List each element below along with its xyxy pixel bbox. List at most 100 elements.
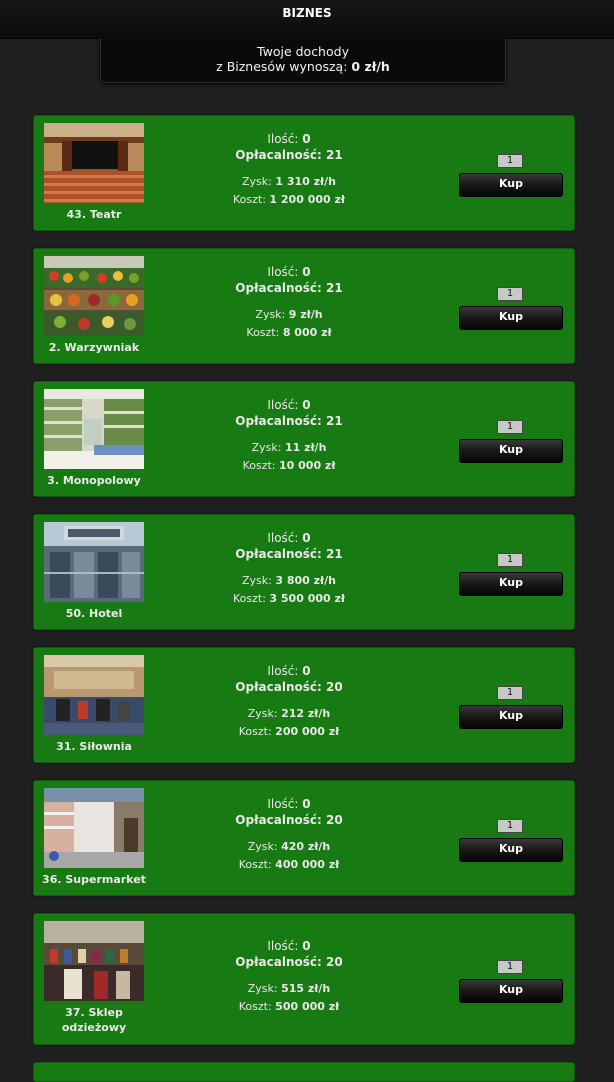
cost-value: 1 200 000 zł bbox=[269, 193, 345, 206]
gain-value: 420 zł/h bbox=[281, 840, 331, 853]
buy-button[interactable]: Kup bbox=[459, 838, 563, 862]
profitability-label: Opłacalność: bbox=[235, 547, 322, 561]
liquor-store-photo bbox=[44, 389, 144, 469]
profitability-value: 20 bbox=[326, 955, 343, 969]
cost-label: Koszt: bbox=[242, 459, 276, 472]
business-card: 31. Siłownia Ilość: 0 Opłacalność: 20 Zy… bbox=[33, 647, 575, 763]
business-name: 43. Teatr bbox=[66, 208, 122, 221]
vegetable-stand-photo bbox=[44, 256, 144, 336]
gain-value: 515 zł/h bbox=[281, 982, 331, 995]
cost-label: Koszt: bbox=[233, 592, 266, 605]
qty-value: 0 bbox=[302, 797, 311, 811]
gain-label: Zysk: bbox=[242, 175, 272, 188]
business-stats: Ilość: 0 Opłacalność: 20 Zysk: 212 zł/h … bbox=[184, 663, 394, 741]
business-name: 2. Warzywniak bbox=[48, 341, 140, 354]
cost-label: Koszt: bbox=[238, 858, 272, 871]
cost-value: 400 000 zł bbox=[275, 858, 340, 871]
business-stats: Ilość: 0 Opłacalność: 21 Zysk: 1 310 zł/… bbox=[184, 131, 394, 209]
profitability-label: Opłacalność: bbox=[235, 414, 322, 428]
income-line-2: z Biznesów wynoszą: 0 zł/h bbox=[101, 59, 505, 74]
cost-value: 500 000 zł bbox=[275, 1000, 340, 1013]
gain-value: 11 zł/h bbox=[284, 441, 327, 454]
business-card: 43. Teatr Ilość: 0 Opłacalność: 21 Zysk:… bbox=[33, 115, 575, 231]
page-title: BIZNES bbox=[282, 6, 332, 20]
profitability-value: 20 bbox=[326, 813, 343, 827]
gain-label: Zysk: bbox=[255, 308, 286, 321]
profitability-value: 21 bbox=[326, 281, 343, 295]
business-name: 3. Monopolowy bbox=[47, 474, 141, 487]
cost-label: Koszt: bbox=[246, 326, 280, 339]
business-name: 37. Sklep odzieżowy bbox=[61, 1006, 127, 1034]
buy-button[interactable]: Kup bbox=[459, 306, 563, 330]
qty-label: Ilość: bbox=[267, 797, 299, 811]
business-stats: Ilość: 0 Opłacalność: 20 Zysk: 420 zł/h … bbox=[184, 796, 394, 874]
supermarket-photo bbox=[44, 788, 144, 868]
buy-button[interactable]: Kup bbox=[459, 439, 563, 463]
business-card: 3. Monopolowy Ilość: 0 Opłacalność: 21 Z… bbox=[33, 381, 575, 497]
buy-button[interactable]: Kup bbox=[459, 979, 563, 1003]
profitability-label: Opłacalność: bbox=[235, 813, 322, 827]
business-stats: Ilość: 0 Opłacalność: 21 Zysk: 3 800 zł/… bbox=[184, 530, 394, 608]
qty-value: 0 bbox=[302, 132, 311, 146]
profitability-label: Opłacalność: bbox=[235, 680, 322, 694]
cost-value: 200 000 zł bbox=[275, 725, 340, 738]
amount-input[interactable]: 1 bbox=[497, 287, 523, 301]
cost-value: 8 000 zł bbox=[282, 326, 332, 339]
business-name: 36. Supermarket bbox=[42, 873, 146, 886]
business-card: 36. Supermarket Ilość: 0 Opłacalność: 20… bbox=[33, 780, 575, 896]
gain-value: 1 310 zł/h bbox=[275, 175, 336, 188]
gain-label: Zysk: bbox=[247, 840, 278, 853]
amount-input[interactable]: 1 bbox=[497, 553, 523, 567]
qty-value: 0 bbox=[302, 664, 311, 678]
amount-input[interactable]: 1 bbox=[497, 960, 523, 974]
amount-input[interactable]: 1 bbox=[497, 420, 523, 434]
gain-value: 212 zł/h bbox=[281, 707, 331, 720]
hotel-photo bbox=[44, 522, 144, 602]
qty-value: 0 bbox=[302, 265, 311, 279]
qty-label: Ilość: bbox=[267, 398, 299, 412]
business-stats: Ilość: 0 Opłacalność: 20 Zysk: 515 zł/h … bbox=[184, 938, 394, 1016]
qty-label: Ilość: bbox=[267, 664, 299, 678]
business-stats: Ilość: 0 Opłacalność: 21 Zysk: 9 zł/h Ko… bbox=[184, 264, 394, 342]
income-value: 0 zł/h bbox=[351, 59, 390, 74]
qty-label: Ilość: bbox=[267, 939, 299, 953]
income-summary: Twoje dochody z Biznesów wynoszą: 0 zł/h bbox=[100, 38, 506, 83]
cost-value: 3 500 000 zł bbox=[269, 592, 345, 605]
qty-value: 0 bbox=[302, 531, 311, 545]
profitability-value: 21 bbox=[326, 148, 343, 162]
amount-input[interactable]: 1 bbox=[497, 686, 523, 700]
cost-label: Koszt: bbox=[238, 1000, 272, 1013]
income-line-1: Twoje dochody bbox=[257, 44, 349, 59]
cost-label: Koszt: bbox=[233, 193, 266, 206]
gain-label: Zysk: bbox=[242, 574, 272, 587]
profitability-value: 21 bbox=[326, 547, 343, 561]
cost-value: 10 000 zł bbox=[279, 459, 336, 472]
amount-input[interactable]: 1 bbox=[497, 154, 523, 168]
business-card: 50. Hotel Ilość: 0 Opłacalność: 21 Zysk:… bbox=[33, 514, 575, 630]
qty-label: Ilość: bbox=[267, 132, 299, 146]
profitability-value: 21 bbox=[326, 414, 343, 428]
profitability-label: Opłacalność: bbox=[235, 955, 322, 969]
gym-photo bbox=[44, 655, 144, 735]
amount-input[interactable]: 1 bbox=[497, 819, 523, 833]
buy-button[interactable]: Kup bbox=[459, 705, 563, 729]
business-list: 43. Teatr Ilość: 0 Opłacalność: 21 Zysk:… bbox=[33, 115, 575, 1062]
qty-label: Ilość: bbox=[267, 531, 299, 545]
gain-label: Zysk: bbox=[251, 441, 282, 454]
gain-value: 9 zł/h bbox=[288, 308, 323, 321]
business-card: 37. Sklep odzieżowy Ilość: 0 Opłacalność… bbox=[33, 913, 575, 1045]
buy-button[interactable]: Kup bbox=[459, 173, 563, 197]
gain-label: Zysk: bbox=[247, 982, 278, 995]
profitability-label: Opłacalność: bbox=[235, 281, 322, 295]
business-name: 50. Hotel bbox=[65, 607, 123, 620]
page-header: BIZNES bbox=[0, 0, 614, 39]
buy-button[interactable]: Kup bbox=[459, 572, 563, 596]
business-stats: Ilość: 0 Opłacalność: 21 Zysk: 11 zł/h K… bbox=[184, 397, 394, 475]
qty-value: 0 bbox=[302, 398, 311, 412]
business-card-partial bbox=[33, 1062, 575, 1082]
gain-label: Zysk: bbox=[247, 707, 278, 720]
cost-label: Koszt: bbox=[238, 725, 272, 738]
gain-value: 3 800 zł/h bbox=[275, 574, 336, 587]
business-card: 2. Warzywniak Ilość: 0 Opłacalność: 21 Z… bbox=[33, 248, 575, 364]
theatre-photo bbox=[44, 123, 144, 203]
